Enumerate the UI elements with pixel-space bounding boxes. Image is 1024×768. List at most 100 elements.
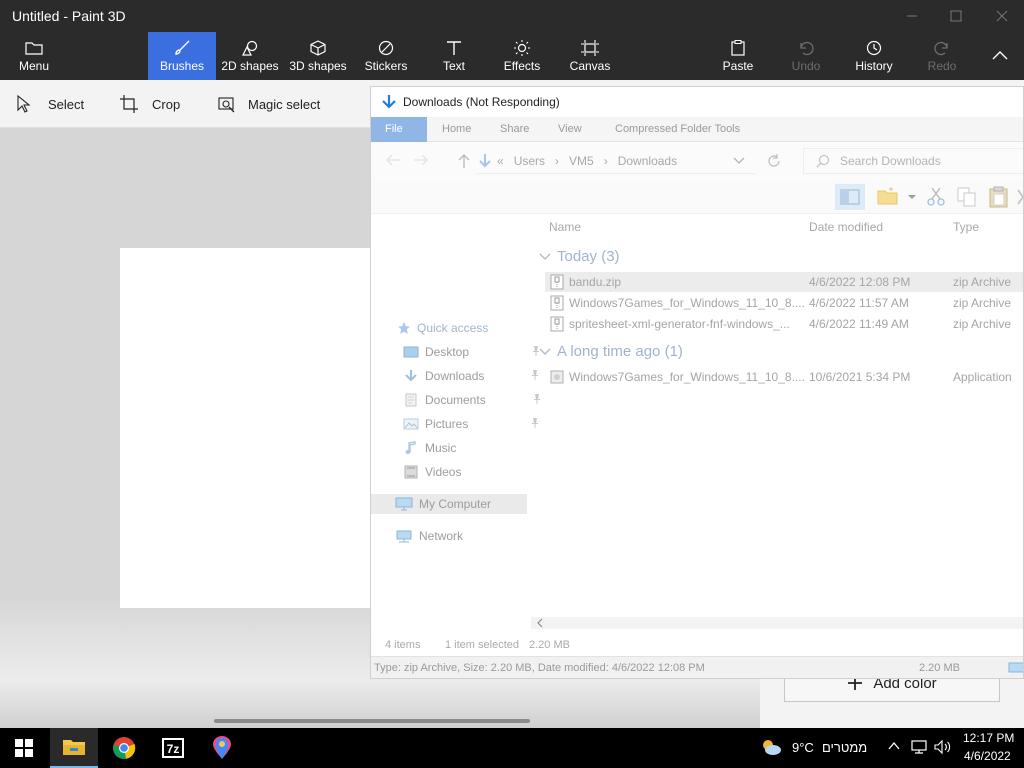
canvas-icon	[581, 39, 599, 56]
nav-music-label: Music	[425, 441, 457, 455]
maximize-button[interactable]	[946, 6, 966, 26]
title-bar: Untitled - Paint 3D	[0, 0, 1024, 32]
crop-icon	[120, 95, 138, 113]
move-to-button[interactable]	[1017, 188, 1023, 206]
nav-music[interactable]: Music	[403, 438, 456, 458]
new-folder-icon	[877, 187, 898, 205]
nav-pictures[interactable]: Pictures	[403, 414, 539, 434]
nav-network[interactable]: Network	[395, 526, 463, 546]
clock-date[interactable]: 4/6/2022	[964, 749, 1011, 763]
file-row[interactable]: Windows7Games_for_Windows_11_10_8.... 10…	[545, 367, 1023, 387]
nav-videos-label: Videos	[425, 465, 462, 479]
search-box[interactable]: Search Downloads	[803, 148, 1023, 174]
file-explorer-window: Downloads (Not Responding) File Home Sha…	[370, 86, 1024, 679]
crop-tool[interactable]: Crop	[120, 92, 180, 116]
nav-desktop-label: Desktop	[425, 345, 470, 359]
refresh-button[interactable]	[767, 154, 781, 168]
clock-time[interactable]: 12:17 PM	[963, 731, 1014, 745]
new-folder-dropdown[interactable]	[907, 193, 917, 201]
scissors-icon	[927, 187, 945, 206]
network-icon	[396, 530, 412, 543]
tab-stickers-label: Stickers	[364, 58, 408, 73]
show-hidden-icons-button[interactable]	[888, 741, 900, 751]
breadcrumb-downloads[interactable]: Downloads	[618, 154, 677, 168]
tab-canvas[interactable]: Canvas	[564, 32, 616, 80]
column-type[interactable]: Type	[953, 220, 979, 234]
tab-compressed-folder-tools[interactable]: Compressed Folder Tools	[601, 117, 754, 142]
menu-button[interactable]: Menu	[0, 32, 68, 80]
forward-button[interactable]	[413, 153, 429, 167]
app-title: Untitled - Paint 3D	[12, 8, 126, 24]
tab-file[interactable]: File	[371, 117, 427, 142]
history-button[interactable]: History	[850, 32, 898, 80]
copy-button[interactable]	[957, 187, 977, 207]
paste-explorer-button[interactable]	[989, 186, 1009, 208]
select-tool[interactable]: Select	[16, 92, 84, 116]
file-date: 4/6/2022 11:49 AM	[809, 317, 909, 331]
taskbar-paint3d[interactable]	[198, 728, 246, 768]
redo-button[interactable]: Redo	[918, 32, 966, 80]
breadcrumb-users[interactable]: Users	[514, 154, 545, 168]
start-button[interactable]	[0, 728, 48, 768]
minimize-button[interactable]	[902, 6, 922, 26]
file-row[interactable]: spritesheet-xml-generator-fnf-windows_..…	[545, 314, 1023, 334]
taskbar-file-explorer[interactable]	[50, 728, 98, 768]
cut-button[interactable]	[927, 187, 945, 207]
column-name[interactable]: Name	[549, 220, 581, 234]
file-row[interactable]: Windows7Games_for_Windows_11_10_8.... 4/…	[545, 293, 1023, 313]
forward-arrow-icon	[414, 154, 428, 166]
address-bar[interactable]: « Users › VM5 › Downloads	[477, 148, 755, 174]
breadcrumb-vm5[interactable]: VM5	[569, 154, 594, 168]
tab-view[interactable]: View	[544, 117, 596, 142]
nav-videos[interactable]: Videos	[403, 462, 461, 482]
magic-select-tool[interactable]: Magic select	[218, 92, 320, 116]
new-folder-button[interactable]	[877, 186, 899, 206]
tab-brushes[interactable]: Brushes	[148, 32, 216, 80]
taskbar-chrome[interactable]	[100, 728, 148, 768]
status-item-count: 4 items	[385, 639, 421, 651]
nav-quick-access[interactable]: Quick access	[397, 318, 488, 338]
column-date-modified[interactable]: Date modified	[809, 220, 883, 234]
nav-desktop[interactable]: Desktop	[403, 342, 540, 362]
group-today[interactable]: Today (3)	[539, 248, 620, 265]
undo-button[interactable]: Undo	[782, 32, 830, 80]
horizontal-scrollbar[interactable]	[214, 719, 530, 723]
file-type: zip Archive	[953, 275, 1012, 289]
group-long-ago[interactable]: A long time ago (1)	[539, 343, 683, 360]
up-button[interactable]	[457, 153, 471, 169]
tab-text[interactable]: Text	[430, 32, 478, 80]
volume-button[interactable]	[934, 739, 952, 755]
file-name: bandu.zip	[569, 275, 622, 289]
magic-select-icon	[218, 97, 235, 113]
paste-button[interactable]: Paste	[714, 32, 762, 80]
paste-label: Paste	[722, 58, 754, 73]
details-size: 2.20 MB	[919, 662, 960, 674]
tab-3d-shapes[interactable]: 3D shapes	[286, 32, 350, 80]
brush-icon	[175, 40, 190, 55]
taskbar-7zip[interactable]: 7z	[149, 728, 197, 768]
chevron-up-icon	[992, 50, 1008, 59]
tab-home[interactable]: Home	[428, 117, 485, 142]
preview-pane-button[interactable]	[835, 184, 865, 210]
back-button[interactable]	[385, 153, 401, 167]
nav-downloads[interactable]: Downloads	[403, 366, 539, 386]
close-button[interactable]	[992, 6, 1012, 26]
file-list-horizontal-scrollbar[interactable]	[531, 617, 1023, 629]
ribbon: Menu Brushes 2D shapes 3D shapes Sticker…	[0, 32, 1024, 80]
address-dropdown[interactable]	[733, 156, 745, 166]
taskbar: 7z 9°C ממטרים 12:17 PM 4/6/2022	[0, 728, 1024, 768]
nav-documents[interactable]: Documents	[403, 390, 540, 410]
drawing-canvas[interactable]	[120, 248, 372, 608]
tab-effects[interactable]: Effects	[496, 32, 548, 80]
tab-2d-shapes[interactable]: 2D shapes	[218, 32, 282, 80]
file-row[interactable]: bandu.zip 4/6/2022 12:08 PM zip Archive	[545, 272, 1023, 292]
collapse-ribbon-button[interactable]	[984, 32, 1016, 80]
nav-my-computer[interactable]: My Computer	[371, 494, 527, 514]
file-date: 4/6/2022 11:57 AM	[809, 296, 909, 310]
zip-file-icon	[550, 274, 564, 290]
network-tray-button[interactable]	[910, 739, 928, 755]
group-today-label: Today (3)	[557, 248, 620, 265]
tab-share[interactable]: Share	[486, 117, 543, 142]
navigation-pane: Quick access Desktop Downloads Documents…	[371, 214, 540, 624]
tab-stickers[interactable]: Stickers	[356, 32, 416, 80]
